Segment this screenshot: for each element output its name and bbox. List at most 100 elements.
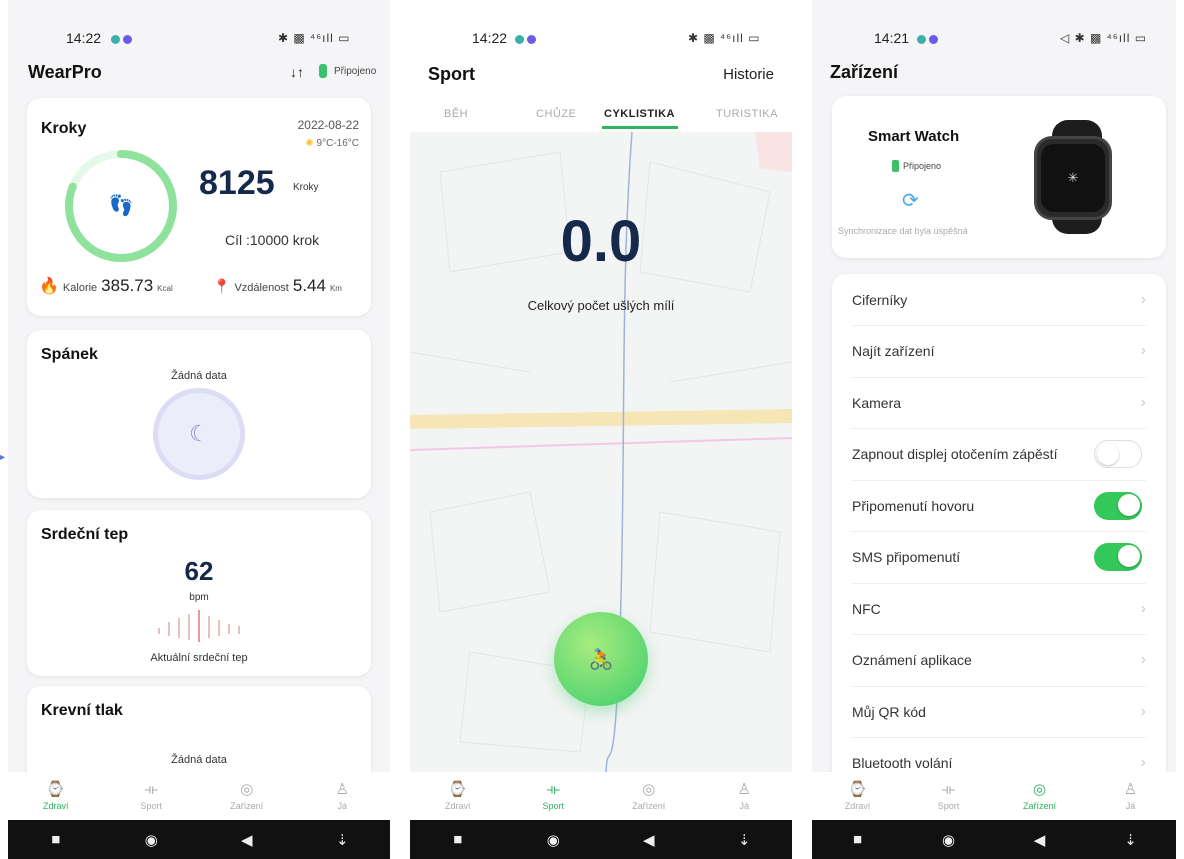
settings-row[interactable]: Připomenutí hovoru bbox=[852, 480, 1146, 532]
steps-date: 2022-08-22 bbox=[297, 118, 359, 132]
status-bar: 14:22 ✱ ▩ ⁴⁶ıll ▭ bbox=[410, 28, 792, 48]
system-navigation-bar: ■ ◉ ◀ ⇣ bbox=[812, 820, 1176, 859]
status-time: 14:22 bbox=[472, 30, 508, 46]
tab-walk[interactable]: CHŮZE bbox=[536, 108, 576, 120]
total-distance-label: Celkový počet ušlých mílí bbox=[527, 298, 675, 313]
nav-tab-me[interactable]: ♙ Já bbox=[1085, 772, 1176, 820]
sync-arrows-icon[interactable]: ↓↑ bbox=[290, 64, 304, 80]
weather-info: ✺ 9°C-16°C bbox=[305, 138, 359, 149]
settings-row[interactable]: NFC › bbox=[852, 583, 1146, 635]
back-button[interactable]: ◀ bbox=[1025, 831, 1055, 849]
recents-button[interactable]: ■ bbox=[41, 831, 71, 848]
recents-button[interactable]: ■ bbox=[443, 831, 473, 848]
nav-tab-health[interactable]: ⌚ Zdraví bbox=[812, 772, 903, 820]
chevron-right-icon: › bbox=[1140, 754, 1146, 771]
status-notification-icons bbox=[108, 31, 132, 46]
settings-row[interactable]: Můj QR kód › bbox=[852, 686, 1146, 738]
chevron-right-icon: › bbox=[1140, 651, 1146, 668]
nav-tab-device[interactable]: ◎ Zařízení bbox=[601, 772, 697, 820]
arrow-marker-icon: ▸ bbox=[0, 452, 6, 463]
home-button[interactable]: ◉ bbox=[934, 831, 964, 849]
nav-tab-me[interactable]: ♙ Já bbox=[295, 772, 391, 820]
settings-row-label: Oznámení aplikace bbox=[852, 652, 972, 668]
screenshot-collage: 14:22 ✱ ▩ ⁴⁶ıll ▭ WearPro ↓↑ Připojeno K… bbox=[0, 0, 1184, 859]
settings-row-label: Kamera bbox=[852, 394, 902, 411]
phone-device-screen: 14:21 ◁ ✱ ▩ ⁴⁶ıll ▭ Zařízení Smart Watch… bbox=[812, 0, 1176, 859]
sleep-empty-text: Žádná data bbox=[171, 370, 227, 382]
nav-tab-health[interactable]: ⌚ Zdraví bbox=[8, 772, 104, 820]
nav-tab-device[interactable]: ◎ Zařízení bbox=[199, 772, 295, 820]
calories-label: Kalorie bbox=[62, 282, 98, 294]
settings-row[interactable]: Zapnout displej otočením zápěstí bbox=[852, 429, 1146, 481]
home-button[interactable]: ◉ bbox=[136, 831, 166, 849]
bottom-navigation: ⌚ Zdraví ⟛ Sport ◎ Zařízení ♙ Já bbox=[812, 772, 1176, 820]
nav-tab-sport[interactable]: ⟛ Sport bbox=[903, 772, 994, 820]
tab-hiking[interactable]: TURISTIKA bbox=[716, 108, 778, 120]
status-bar: 14:21 ◁ ✱ ▩ ⁴⁶ıll ▭ bbox=[812, 28, 1176, 48]
home-button[interactable]: ◉ bbox=[538, 831, 568, 849]
calories-unit: Kcal bbox=[157, 284, 173, 293]
settings-toggle[interactable] bbox=[1094, 440, 1142, 468]
settings-row[interactable]: Kamera › bbox=[852, 377, 1146, 429]
chevron-right-icon: › bbox=[1140, 599, 1146, 617]
status-time: 14:22 bbox=[66, 30, 102, 46]
status-notification-icons bbox=[512, 31, 536, 46]
heart-rate-unit: bpm bbox=[189, 592, 209, 603]
system-navigation-bar: ■ ◉ ◀ ⇣ bbox=[8, 820, 390, 859]
recents-button[interactable]: ■ bbox=[843, 831, 873, 848]
status-system-icons: ◁ ✱ ▩ ⁴⁶ıll ▭ bbox=[1060, 31, 1148, 45]
settings-row[interactable]: Najít zařízení › bbox=[852, 326, 1146, 378]
settings-toggle[interactable] bbox=[1094, 543, 1142, 571]
watch-icon: ⌚ bbox=[848, 780, 867, 798]
system-navigation-bar: ■ ◉ ◀ ⇣ bbox=[410, 820, 792, 859]
heart-rate-title: Srdeční tep bbox=[41, 526, 129, 543]
location-pin-icon: 📍 bbox=[213, 278, 231, 294]
total-distance: 0.0 bbox=[560, 209, 642, 274]
steps-title: Kroky bbox=[41, 120, 87, 137]
bicycle-icon: 🚴 bbox=[588, 648, 614, 671]
watch-battery-icon bbox=[319, 64, 327, 78]
tab-cycling[interactable]: CYKLISTIKA bbox=[604, 108, 675, 120]
nav-tab-health[interactable]: ⌚ Zdraví bbox=[410, 772, 506, 820]
watch-card[interactable]: Smart Watch Připojeno ⟳ Synchronizace da… bbox=[832, 96, 1166, 258]
settings-row[interactable]: Oznámení aplikace › bbox=[852, 635, 1146, 687]
smartwatch-image: ✳ bbox=[1034, 120, 1120, 234]
status-system-icons: ✱ ▩ ⁴⁶ıll ▭ bbox=[688, 31, 761, 45]
bottom-navigation: ⌚ Zdraví ⟛ Sport ◎ Zařízení ♙ Já bbox=[8, 772, 390, 820]
heart-rate-card[interactable]: Srdeční tep 62 bpm Aktuální srdeční tep bbox=[27, 510, 371, 676]
menu-down-button[interactable]: ⇣ bbox=[327, 831, 357, 849]
steps-card[interactable]: Kroky 2022-08-22 ✺ 9°C-16°C 👣 8125 Kroky… bbox=[27, 98, 371, 316]
nav-tab-sport[interactable]: ⟛ Sport bbox=[506, 772, 602, 820]
history-link[interactable]: Historie bbox=[723, 66, 774, 83]
menu-down-button[interactable]: ⇣ bbox=[1116, 831, 1146, 849]
settings-row-label: Bluetooth volání bbox=[852, 755, 953, 771]
watch-battery-icon bbox=[892, 160, 899, 172]
status-bar: 14:22 ✱ ▩ ⁴⁶ıll ▭ bbox=[8, 28, 390, 48]
steps-progress-ring: 👣 bbox=[65, 150, 177, 262]
sync-icon[interactable]: ⟳ bbox=[902, 188, 919, 213]
toggle-knob bbox=[1118, 493, 1140, 516]
tab-run[interactable]: BĚH bbox=[444, 108, 468, 120]
settings-row[interactable]: Ciferníky › bbox=[852, 274, 1146, 326]
device-icon: ◎ bbox=[1032, 780, 1047, 798]
toggle-knob bbox=[1118, 545, 1140, 567]
nav-tab-device[interactable]: ◎ Zařízení bbox=[994, 772, 1085, 820]
dumbbell-icon: ⟛ bbox=[546, 780, 561, 798]
settings-row[interactable]: SMS připomenutí bbox=[852, 532, 1146, 584]
distance-unit: Km bbox=[329, 284, 342, 293]
sleep-card[interactable]: Spánek Žádná data ☾ bbox=[27, 330, 371, 498]
settings-row-label: NFC bbox=[852, 600, 881, 617]
blood-pressure-empty-text: Žádná data bbox=[171, 754, 227, 766]
sport-title: Sport bbox=[428, 64, 475, 84]
back-button[interactable]: ◀ bbox=[634, 831, 664, 849]
nav-tab-me[interactable]: ♙ Já bbox=[697, 772, 793, 820]
back-button[interactable]: ◀ bbox=[232, 831, 262, 849]
steps-unit: Kroky bbox=[293, 182, 319, 193]
start-cycling-button[interactable]: 🚴 bbox=[554, 612, 648, 706]
settings-row-label: Najít zařízení bbox=[852, 343, 935, 359]
nav-tab-sport[interactable]: ⟛ Sport bbox=[104, 772, 200, 820]
person-icon: ♙ bbox=[335, 780, 349, 798]
settings-toggle[interactable] bbox=[1094, 491, 1142, 520]
heart-pulse-icon bbox=[158, 610, 240, 642]
menu-down-button[interactable]: ⇣ bbox=[729, 831, 759, 849]
